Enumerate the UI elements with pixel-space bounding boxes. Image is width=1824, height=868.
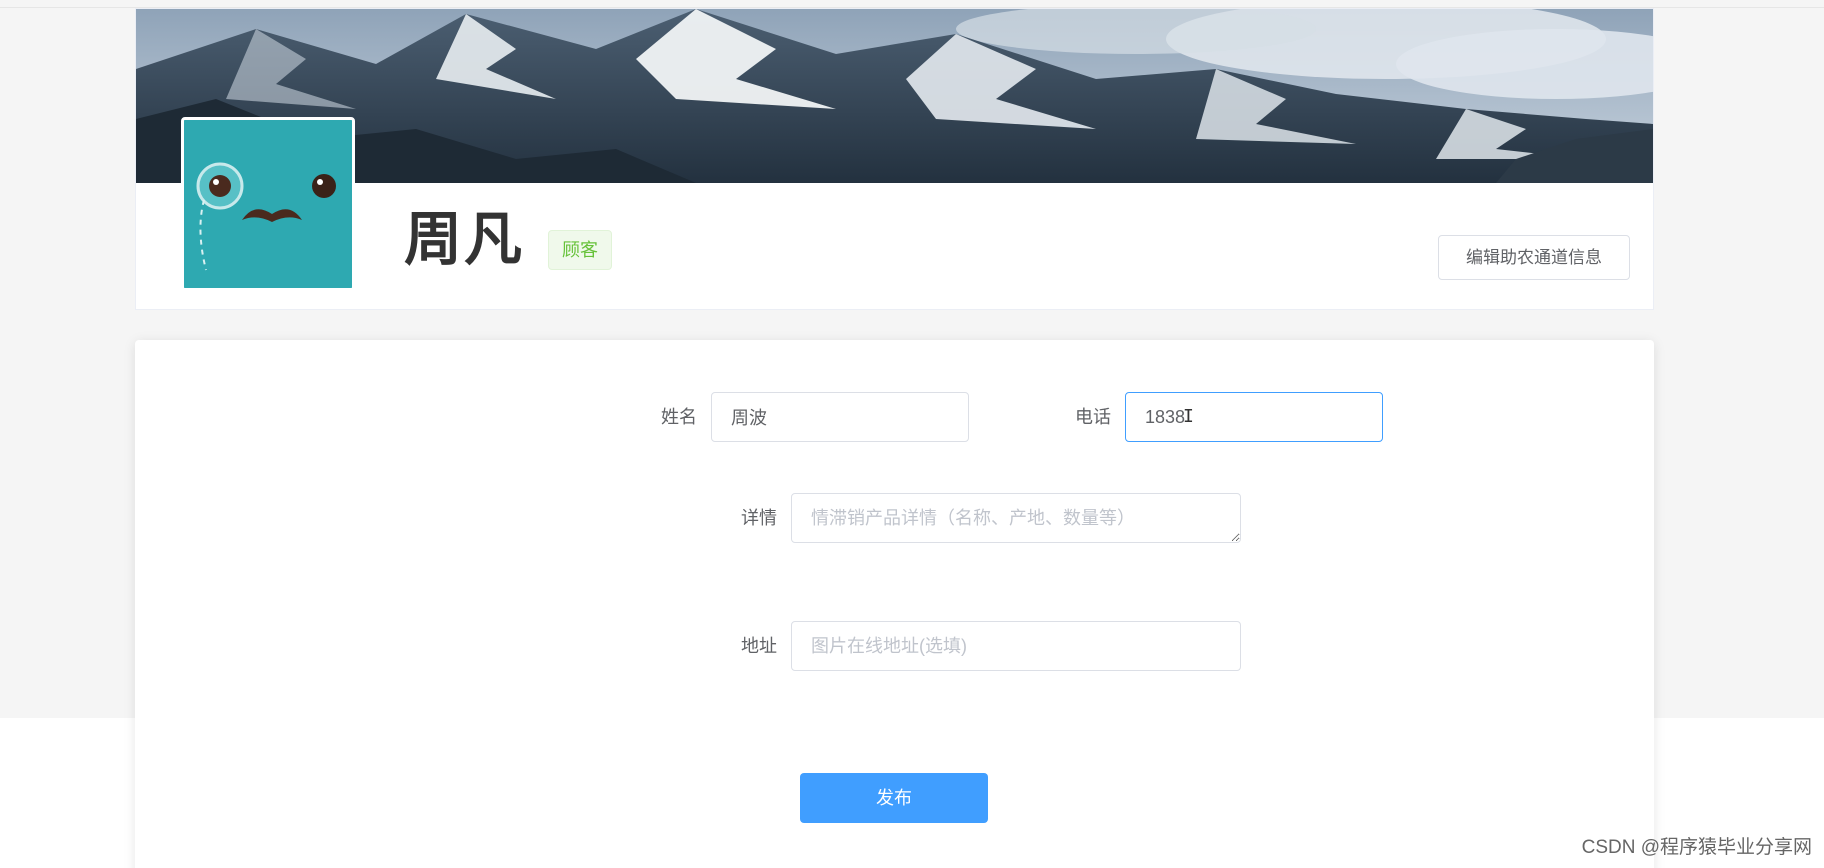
address-input[interactable]	[791, 621, 1241, 671]
phone-input[interactable]	[1125, 392, 1383, 442]
profile-card: 周凡 顾客 编辑助农通道信息	[135, 8, 1654, 310]
publish-button[interactable]: 发布	[800, 773, 988, 823]
role-tag: 顾客	[548, 230, 612, 270]
detail-label: 详情	[741, 508, 777, 528]
edit-channel-info-button[interactable]: 编辑助农通道信息	[1438, 235, 1630, 280]
publish-form-card: 姓名 电话 详情 地址 发布	[135, 340, 1654, 868]
address-label: 地址	[741, 636, 777, 656]
text-cursor-icon: I	[1183, 406, 1194, 427]
watermark: CSDN @程序猿毕业分享网	[1581, 837, 1812, 858]
user-avatar	[181, 117, 355, 291]
user-name: 周凡	[404, 205, 525, 273]
banner-image	[136, 9, 1653, 183]
name-input[interactable]	[711, 392, 969, 442]
phone-label: 电话	[1075, 407, 1111, 427]
detail-textarea[interactable]	[791, 493, 1241, 543]
name-label: 姓名	[661, 407, 697, 427]
monocle-mustache-face-icon	[184, 120, 352, 288]
